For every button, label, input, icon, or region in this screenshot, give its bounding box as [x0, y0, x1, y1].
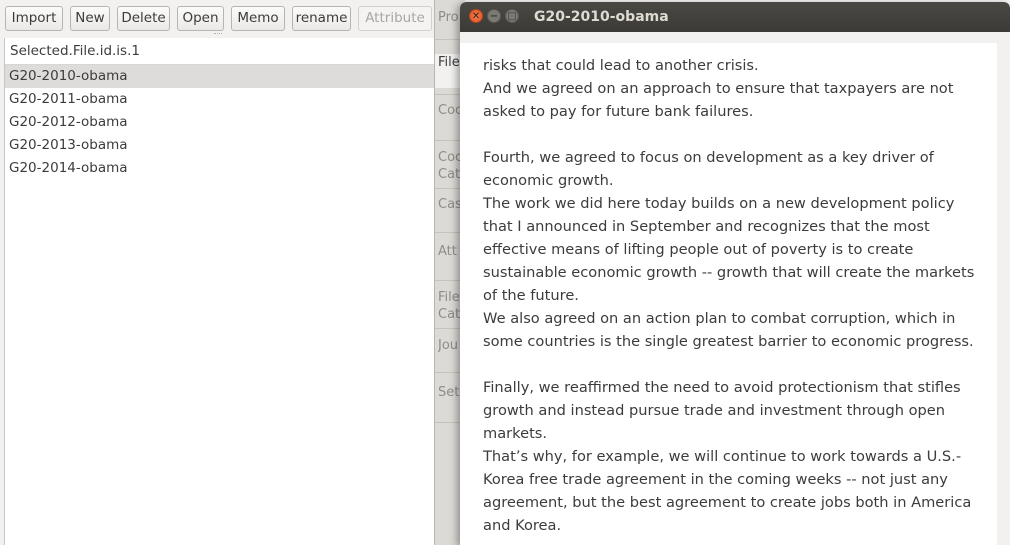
document-line: of the future.	[483, 287, 579, 304]
document-line: markets.	[483, 425, 548, 442]
file-list-item[interactable]: G20-2013-obama	[5, 134, 435, 157]
file-list-panel: Selected.File.id.is.1 G20-2010-obama G20-…	[4, 38, 435, 545]
document-line: We also agreed on an action plan to comb…	[483, 310, 956, 327]
document-line: That’s why, for example, we will continu…	[483, 448, 962, 465]
document-window: ✕ − □ G20-2010-obama risks that could le…	[460, 2, 1010, 545]
import-button[interactable]: Import	[5, 6, 63, 31]
close-icon[interactable]: ✕	[469, 9, 483, 23]
document-line: and Korea.	[483, 517, 562, 534]
document-line: some countries is the single greatest ba…	[483, 333, 974, 350]
document-line: Korea free trade agreement in the coming…	[483, 471, 948, 488]
document-line: Finally, we reaffirmed the need to avoid…	[483, 379, 961, 396]
document-text: risks that could lead to another crisis.…	[483, 43, 988, 537]
window-titlebar[interactable]: ✕ − □ G20-2010-obama	[460, 2, 1010, 32]
document-line: that I announced in September and recogn…	[483, 218, 930, 235]
minimize-icon[interactable]: −	[487, 9, 501, 23]
document-line: asked to pay for future bank failures.	[483, 103, 754, 120]
document-line: The work we did here today builds on a n…	[483, 195, 955, 212]
toolbar-grip[interactable]	[214, 33, 222, 37]
document-line: growth and instead pursue trade and inve…	[483, 402, 946, 419]
document-line: sustainable economic growth -- growth th…	[483, 264, 975, 281]
file-list-item[interactable]: G20-2012-obama	[5, 111, 435, 134]
document-line: risks that could lead to another crisis.	[483, 57, 759, 74]
document-text-area[interactable]: risks that could lead to another crisis.…	[460, 43, 997, 545]
delete-button[interactable]: Delete	[117, 6, 170, 31]
document-line: And we agreed on an approach to ensure t…	[483, 80, 954, 97]
window-title: G20-2010-obama	[534, 9, 669, 25]
document-line: effective means of lifting people out of…	[483, 241, 914, 258]
file-list-item[interactable]: G20-2011-obama	[5, 88, 435, 111]
document-line: Fourth, we agreed to focus on developmen…	[483, 149, 934, 166]
document-line: agreement, but the best agreement to cre…	[483, 494, 972, 511]
file-list-item[interactable]: G20-2010-obama	[5, 65, 435, 88]
rename-button[interactable]: rename	[292, 6, 351, 31]
document-line	[483, 123, 988, 146]
file-list: G20-2010-obama G20-2011-obama G20-2012-oba…	[5, 65, 435, 180]
document-line: economic growth.	[483, 172, 614, 189]
file-list-header: Selected.File.id.is.1	[5, 38, 435, 65]
document-line	[483, 353, 988, 376]
attribute-button[interactable]: Attribute	[358, 6, 432, 31]
main-toolbar: Import New Delete Open Memo rename Attri…	[0, 0, 434, 38]
maximize-icon[interactable]: □	[505, 9, 519, 23]
memo-button[interactable]: Memo	[231, 6, 285, 31]
new-button[interactable]: New	[70, 6, 110, 31]
file-list-item[interactable]: G20-2014-obama	[5, 157, 435, 180]
open-button[interactable]: Open	[177, 6, 224, 31]
